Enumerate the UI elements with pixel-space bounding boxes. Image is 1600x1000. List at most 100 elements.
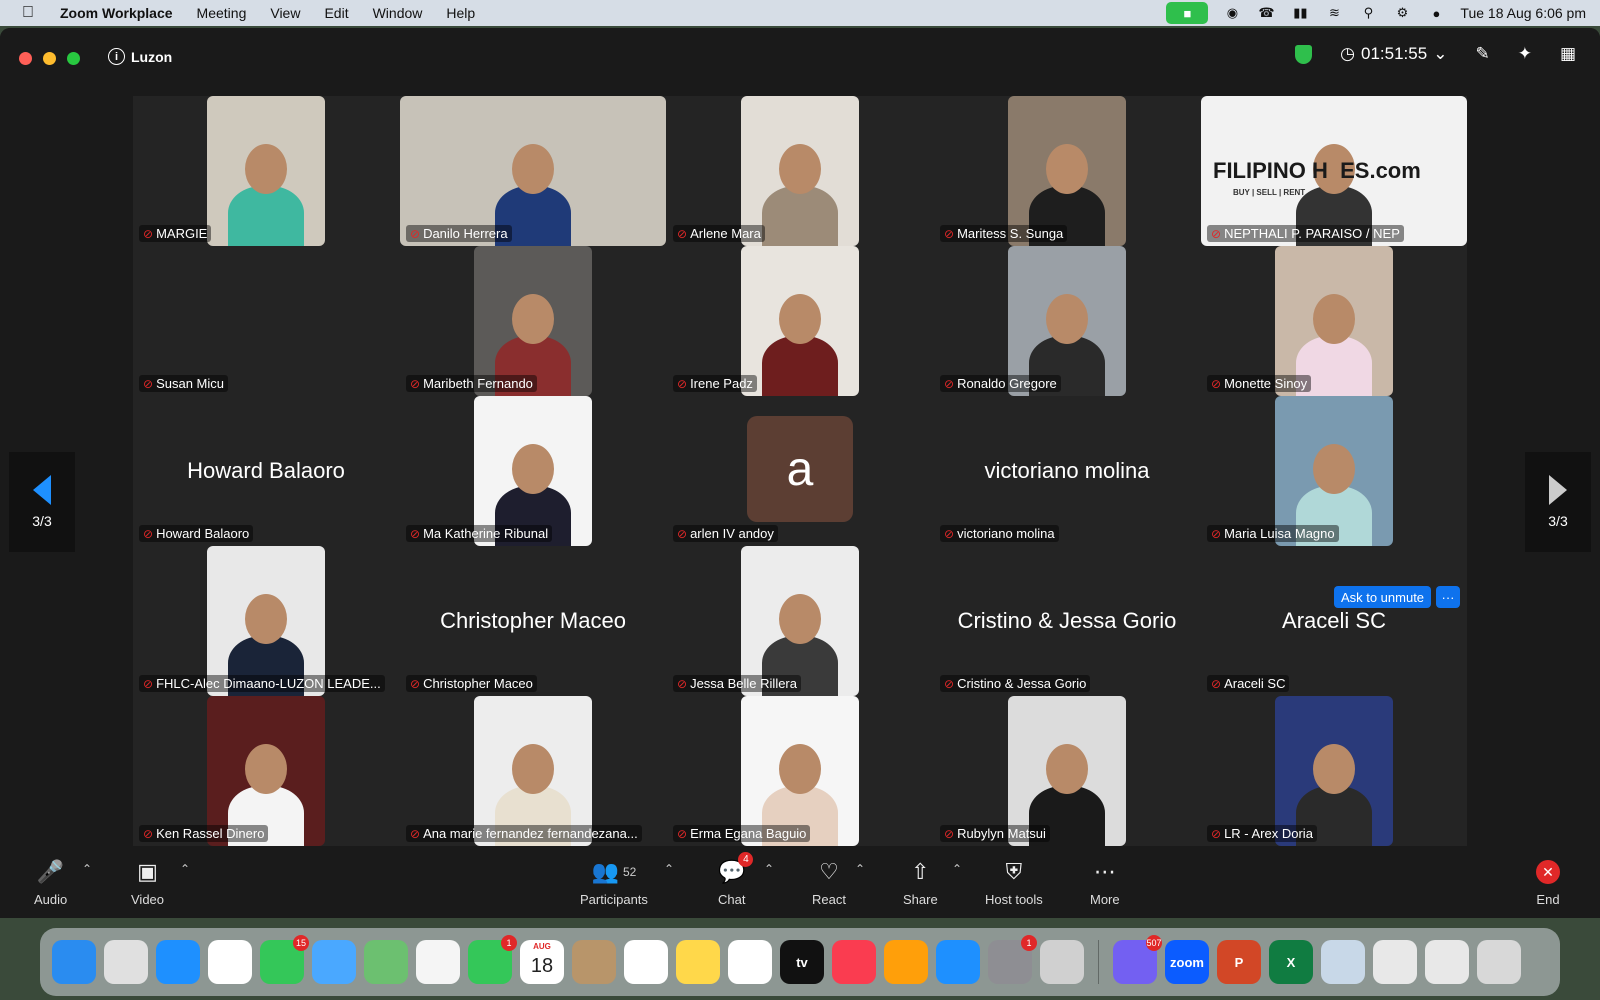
close-window-button[interactable] bbox=[19, 52, 32, 65]
dock-zoom-icon[interactable]: zoom bbox=[1165, 940, 1209, 984]
participant-tile[interactable]: ⊘ MARGIE bbox=[133, 96, 399, 246]
dock-contacts-icon[interactable] bbox=[572, 940, 616, 984]
dock-reminders-icon[interactable] bbox=[624, 940, 668, 984]
video-button[interactable]: ▣ Video bbox=[131, 858, 164, 907]
dock-freeform-icon[interactable] bbox=[728, 940, 772, 984]
view-grid-icon[interactable]: ▦ bbox=[1560, 44, 1576, 64]
ai-companion-icon[interactable]: ✦ bbox=[1518, 44, 1532, 64]
dock-opera-icon[interactable] bbox=[208, 940, 252, 984]
chat-options-chevron-icon[interactable]: ⌃ bbox=[764, 862, 774, 876]
participant-tile[interactable]: victoriano molina ⊘ victoriano molina bbox=[934, 396, 1200, 546]
participants-options-chevron-icon[interactable]: ⌃ bbox=[664, 862, 674, 876]
participant-tile[interactable]: ⊘ Danilo Herrera bbox=[400, 96, 666, 246]
dock-finder-icon[interactable] bbox=[52, 940, 96, 984]
control-center-icon[interactable]: ⚙ bbox=[1392, 5, 1412, 21]
dock-excel-icon[interactable]: X bbox=[1269, 940, 1313, 984]
participant-tile[interactable]: Howard Balaoro ⊘ Howard Balaoro bbox=[133, 396, 399, 546]
menu-view[interactable]: View bbox=[270, 5, 300, 21]
apple-menu-icon[interactable]:  bbox=[22, 4, 42, 22]
ask-to-unmute-button[interactable]: Ask to unmute bbox=[1334, 586, 1431, 608]
dock-launchpad-icon[interactable] bbox=[104, 940, 148, 984]
participant-tile[interactable]: ⊘ Ronaldo Gregore bbox=[934, 246, 1200, 396]
participant-tile[interactable]: Araceli SC ⊘ Araceli SC bbox=[1201, 546, 1467, 696]
menu-window[interactable]: Window bbox=[373, 5, 423, 21]
dock-app-store-icon[interactable] bbox=[936, 940, 980, 984]
participant-tile[interactable]: ⊘ Rubylyn Matsui bbox=[934, 696, 1200, 846]
participant-tile[interactable]: ⊘ Maria Luisa Magno bbox=[1201, 396, 1467, 546]
person-silhouette bbox=[228, 186, 304, 246]
participant-tile[interactable]: Cristino & Jessa Gorio ⊘ Cristino & Jessa … bbox=[934, 546, 1200, 696]
previous-page-button[interactable]: 3/3 bbox=[9, 452, 75, 552]
participants-button[interactable]: 👥 52 Participants bbox=[580, 858, 648, 907]
dock-mail-icon[interactable] bbox=[312, 940, 356, 984]
minimize-window-button[interactable] bbox=[43, 52, 56, 65]
participant-tile[interactable]: ⊘ Maritess S. Sunga bbox=[934, 96, 1200, 246]
meeting-info-button[interactable]: i Luzon bbox=[108, 48, 172, 65]
muted-mic-icon: ⊘ bbox=[410, 376, 421, 391]
fullscreen-window-button[interactable] bbox=[67, 52, 80, 65]
dock-calendar-icon[interactable]: AUG 18 bbox=[520, 940, 564, 984]
participant-tile[interactable]: ⊘ FHLC-Alec Dimaano-LUZON LEADE... bbox=[133, 546, 399, 696]
participant-more-options-button[interactable]: ··· bbox=[1436, 586, 1460, 608]
dock-trash-icon[interactable] bbox=[1477, 940, 1521, 984]
dock-doc-thumb-1-icon[interactable] bbox=[1373, 940, 1417, 984]
spotlight-search-icon[interactable]: ⚲ bbox=[1358, 5, 1378, 21]
participant-tile[interactable]: ⊘ LR - Arex Doria bbox=[1201, 696, 1467, 846]
participant-name: LR - Arex Doria bbox=[1224, 826, 1313, 841]
dock-messages-icon[interactable]: 15 bbox=[260, 935, 309, 984]
dock-viber-icon[interactable]: 507 bbox=[1113, 935, 1162, 984]
participant-tile[interactable]: FILIPINO H ES.com BUY | SELL | RENT ⊘ NEPTH… bbox=[1201, 96, 1467, 246]
menu-edit[interactable]: Edit bbox=[324, 5, 348, 21]
audio-button[interactable]: 🎤 Audio bbox=[34, 858, 67, 907]
next-page-button[interactable]: 3/3 bbox=[1525, 452, 1591, 552]
dock-photos-icon[interactable] bbox=[416, 940, 460, 984]
battery-icon[interactable]: ▮▮ bbox=[1290, 5, 1310, 21]
dock-powerpoint-icon[interactable]: P bbox=[1217, 940, 1261, 984]
participant-tile[interactable]: ⊘ Arlene Mara bbox=[667, 96, 933, 246]
dock-iphone-mirroring-icon[interactable] bbox=[1040, 940, 1084, 984]
participant-tile[interactable]: ⊘ Ken Rassel Dinero bbox=[133, 696, 399, 846]
dock-preview-icon[interactable] bbox=[1321, 940, 1365, 984]
participant-tile[interactable]: ⊘ Erma Egana Baguio bbox=[667, 696, 933, 846]
dock-pages-icon[interactable] bbox=[884, 940, 928, 984]
dock-safari-icon[interactable] bbox=[156, 940, 200, 984]
meeting-timer[interactable]: ◷ 01:51:55 ⌄ bbox=[1340, 44, 1447, 64]
dock-facetime-icon[interactable]: 1 bbox=[468, 935, 517, 984]
react-options-chevron-icon[interactable]: ⌃ bbox=[855, 862, 865, 876]
participant-tile[interactable]: ⊘ Maribeth Fernando bbox=[400, 246, 666, 396]
share-options-chevron-icon[interactable]: ⌃ bbox=[952, 862, 962, 876]
react-button[interactable]: ♡ React bbox=[812, 858, 846, 907]
end-meeting-button[interactable]: ✕ End bbox=[1536, 858, 1560, 907]
dock-notes-icon[interactable] bbox=[676, 940, 720, 984]
participant-tile[interactable]: ⊘ Irene Padz bbox=[667, 246, 933, 396]
dock-maps-icon[interactable] bbox=[364, 940, 408, 984]
dock-tv-icon[interactable]: tv bbox=[780, 940, 824, 984]
menu-app-name[interactable]: Zoom Workplace bbox=[60, 5, 173, 21]
menu-help[interactable]: Help bbox=[446, 5, 475, 21]
camera-in-use-icon[interactable]: ■ bbox=[1166, 2, 1209, 24]
participant-tile[interactable]: ⊘ Jessa Belle Rillera bbox=[667, 546, 933, 696]
dock-music-icon[interactable] bbox=[832, 940, 876, 984]
zoom-status-icon[interactable]: ◉ bbox=[1222, 5, 1242, 21]
participant-tile[interactable]: ⊘ Ana marie fernandez fernandezana... bbox=[400, 696, 666, 846]
host-tools-button[interactable]: ⛨ Host tools bbox=[985, 858, 1043, 907]
siri-icon[interactable]: ● bbox=[1426, 5, 1446, 21]
participant-tile[interactable]: ⊘ Susan Micu bbox=[133, 246, 399, 396]
audio-options-chevron-icon[interactable]: ⌃ bbox=[82, 862, 92, 876]
viber-status-icon[interactable]: ☎ bbox=[1256, 5, 1276, 21]
menu-meeting[interactable]: Meeting bbox=[197, 5, 247, 21]
participant-tile[interactable]: ⊘ Monette Sinoy bbox=[1201, 246, 1467, 396]
participant-tile[interactable]: Christopher Maceo ⊘ Christopher Maceo bbox=[400, 546, 666, 696]
share-button[interactable]: ⇧ Share bbox=[903, 858, 938, 907]
participant-tile[interactable]: a ⊘ arlen IV andoy bbox=[667, 396, 933, 546]
video-options-chevron-icon[interactable]: ⌃ bbox=[180, 862, 190, 876]
wifi-icon[interactable]: ≋ bbox=[1324, 5, 1344, 21]
menubar-clock[interactable]: Tue 18 Aug 6:06 pm bbox=[1460, 5, 1586, 21]
chat-button[interactable]: 💬 4 Chat bbox=[718, 852, 754, 907]
more-button[interactable]: ⋯ More bbox=[1090, 858, 1120, 907]
annotate-pencil-icon[interactable]: ✎ bbox=[1475, 44, 1489, 64]
dock-doc-thumb-2-icon[interactable] bbox=[1425, 940, 1469, 984]
encryption-shield-icon[interactable] bbox=[1295, 44, 1313, 64]
dock-system-settings-icon[interactable]: 1 bbox=[988, 935, 1037, 984]
participant-tile[interactable]: ⊘ Ma Katherine Ribunal bbox=[400, 396, 666, 546]
